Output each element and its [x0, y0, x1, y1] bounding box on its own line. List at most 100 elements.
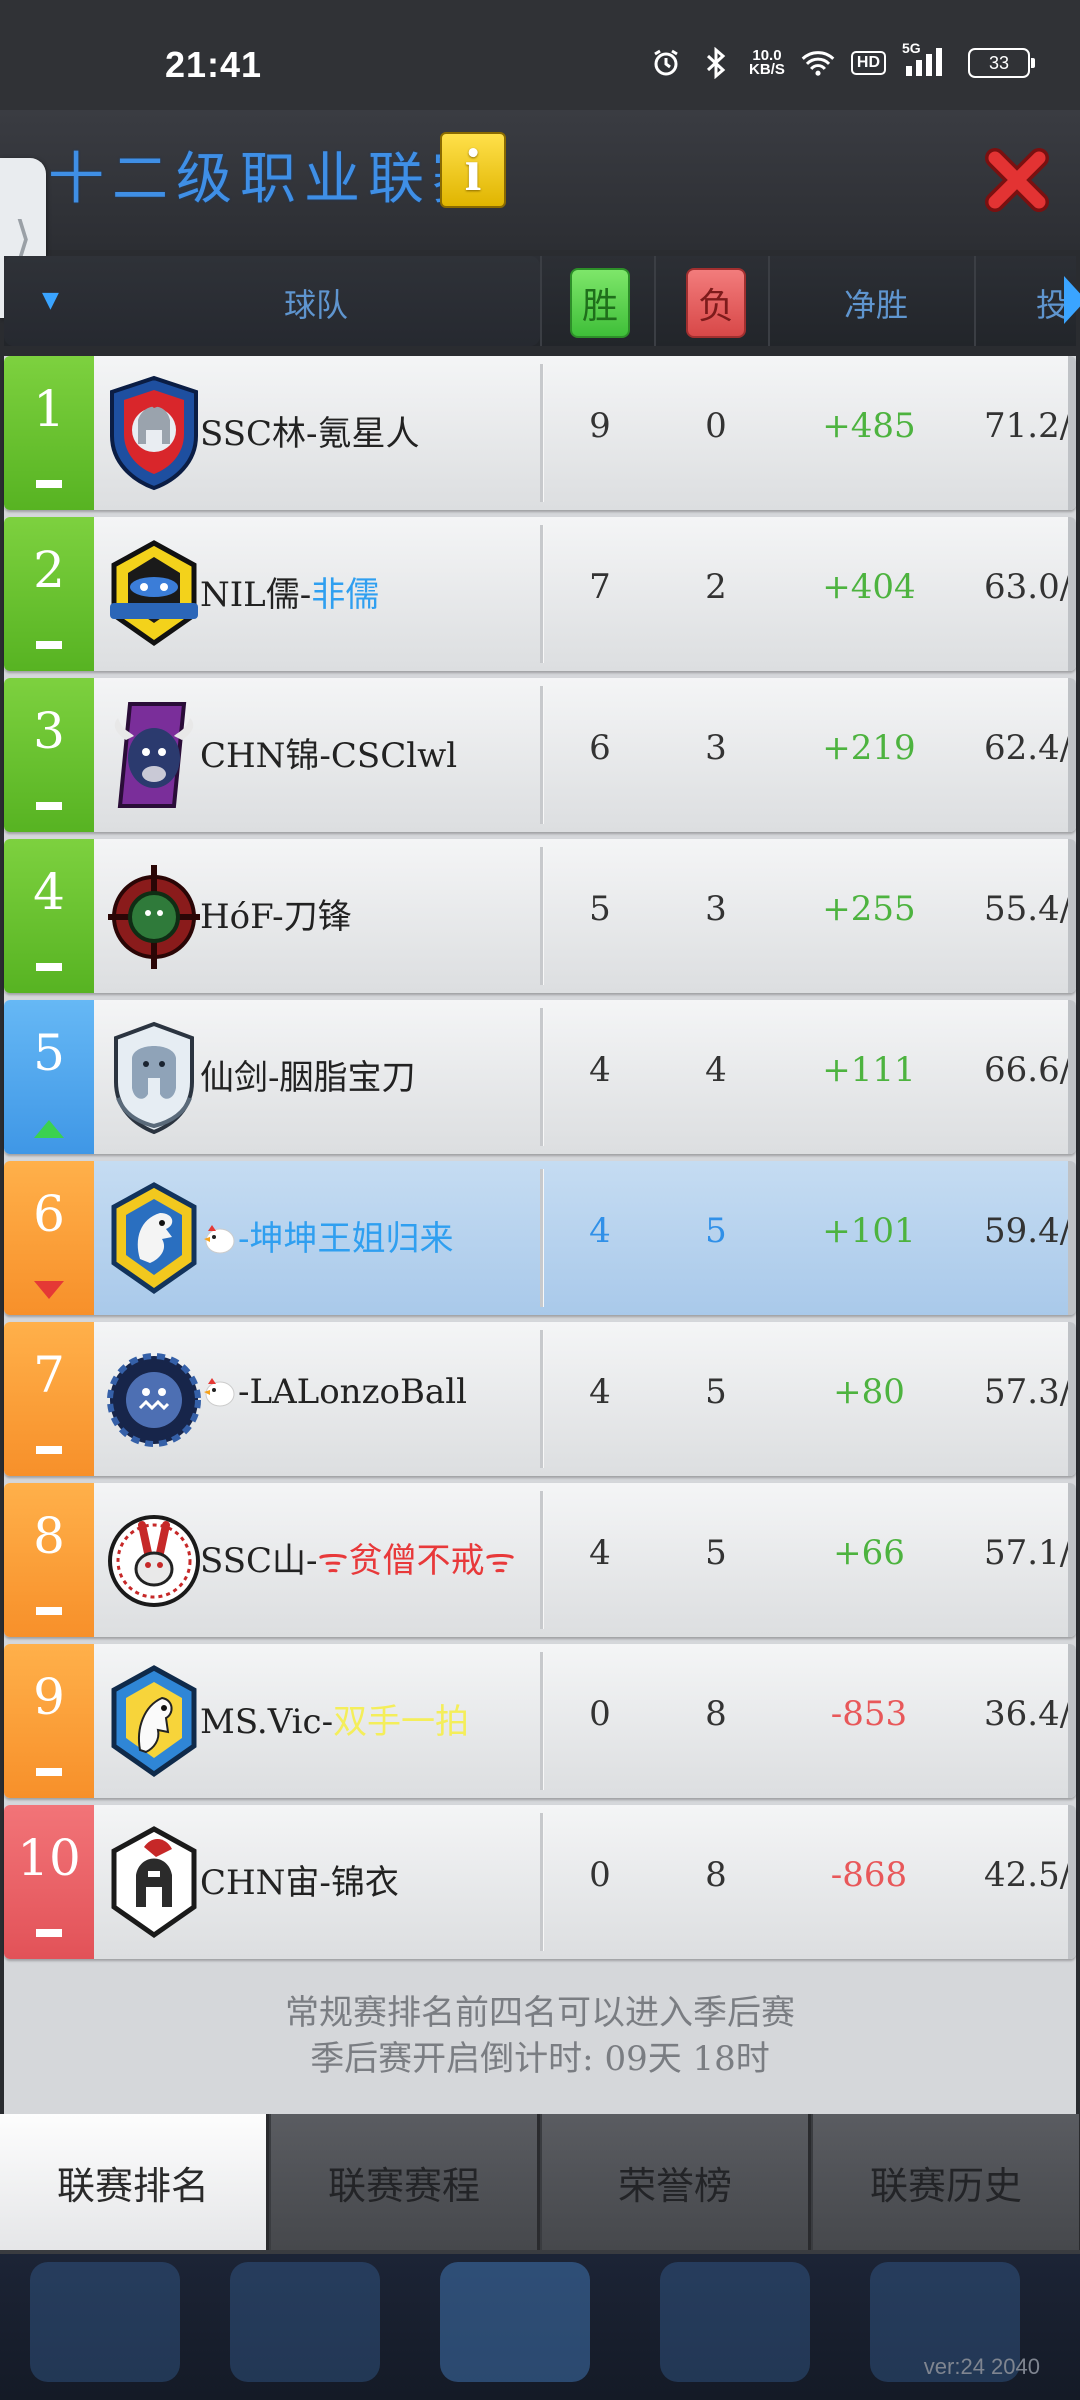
net-wins-header[interactable]: 净胜: [844, 280, 908, 326]
background-menu-icon: [230, 2262, 380, 2382]
team-name: SSC山-ᯤ贫僧不戒ᯤ: [200, 1533, 516, 1582]
hd-icon: HD: [850, 51, 886, 75]
row-edge: [1068, 1805, 1076, 1959]
wins-value: 4: [589, 1211, 611, 1251]
page-title: 十二级职业联赛: [48, 147, 496, 212]
team-name: NIL儒-非儒: [200, 567, 379, 616]
bottom-tab-bar: 联赛排名 联赛赛程 荣誉榜 联赛历史: [0, 2114, 1080, 2254]
percentage-value: 36.4/: [984, 1694, 1072, 1734]
rank-up-icon: [34, 1120, 64, 1138]
rank-badge: 2: [4, 517, 94, 671]
rank-number: 8: [33, 1507, 65, 1565]
row-divider: [540, 364, 543, 502]
table-row[interactable]: 8 SSC山-ᯤ贫僧不戒ᯤ 4 5 +66 57.1/: [4, 1483, 1076, 1637]
net-wins-value: +111: [822, 1050, 916, 1090]
team-header-label: 球队: [284, 286, 349, 324]
team-logo-mask: [110, 540, 198, 647]
sort-down-icon[interactable]: ▼: [42, 288, 59, 313]
background-menu-icon: [30, 2262, 180, 2382]
losses-header[interactable]: 负: [686, 268, 746, 338]
team-name-text: -LALonzoBall: [238, 1372, 467, 1412]
team-logo-gladiator: [111, 1826, 197, 1939]
wins-value: 4: [589, 1533, 611, 1573]
row-divider: [540, 1813, 543, 1951]
wins-value: 6: [589, 728, 611, 768]
row-edge: [1068, 517, 1076, 671]
rank-badge: 9: [4, 1644, 94, 1798]
wins-value: 7: [589, 567, 611, 607]
wins-value: 9: [589, 406, 611, 446]
percentage-value: 66.6/: [984, 1050, 1072, 1090]
losses-value: 5: [705, 1211, 727, 1251]
column-divider: [768, 256, 770, 346]
row-edge: [1068, 839, 1076, 993]
info-button[interactable]: i: [440, 132, 506, 208]
wins-value: 0: [589, 1855, 611, 1895]
net-speed: 10.0 KB/S: [749, 48, 785, 77]
rank-badge: 10: [4, 1805, 94, 1959]
percentage-value: 57.3/: [984, 1372, 1072, 1412]
team-name: CHN锦-CSClwl: [200, 736, 458, 776]
rank-unchanged-icon: [36, 1446, 62, 1454]
row-divider: [540, 686, 543, 824]
team-name-suffix: 双手一拍: [333, 1702, 470, 1742]
percentage-value: 57.1/: [984, 1533, 1072, 1573]
losses-value: 5: [705, 1372, 727, 1412]
table-row[interactable]: 2 NIL儒-非儒 7 2 +404 63.0/: [4, 517, 1076, 671]
row-edge: [1068, 1644, 1076, 1798]
rank-unchanged-icon: [36, 1607, 62, 1615]
title-bar: 十二级职业联赛 i: [0, 110, 1080, 250]
wins-value: 4: [589, 1050, 611, 1090]
rank-number: 2: [33, 541, 65, 599]
scroll-right-icon[interactable]: [1064, 276, 1080, 324]
team-name: MS.Vic-双手一拍: [200, 1694, 469, 1743]
net-wins-value: +101: [822, 1211, 916, 1251]
percentage-value: 71.2/: [984, 406, 1072, 446]
rank-badge: 4: [4, 839, 94, 993]
table-row[interactable]: 4 HóF-刀锋 5 3 +255 55.4/: [4, 839, 1076, 993]
team-name: -LALonzoBall: [200, 1372, 467, 1412]
background-menu-icon: [660, 2262, 810, 2382]
wins-header[interactable]: 胜: [570, 268, 630, 338]
row-divider: [540, 1491, 543, 1629]
team-name-text: -坤坤王姐归来: [238, 1219, 454, 1259]
tab-league-history[interactable]: 联赛历史: [813, 2114, 1080, 2250]
percentage-value: 59.4/: [984, 1211, 1072, 1251]
team-name: 仙剑-胭脂宝刀: [200, 1058, 416, 1098]
table-row-own-team[interactable]: 6 -坤坤王姐归来 4 5 +101 59.4/: [4, 1161, 1076, 1315]
table-row[interactable]: 5 仙剑-胭脂宝刀 4 4 +111 66.6/: [4, 1000, 1076, 1154]
tab-honor-board[interactable]: 荣誉榜: [542, 2114, 811, 2250]
losses-value: 8: [705, 1694, 727, 1734]
row-edge: [1068, 1000, 1076, 1154]
wins-value: 4: [589, 1372, 611, 1412]
status-bar: 21:41 10.0 KB/S HD 5G 33: [0, 0, 1080, 110]
team-name: HóF-刀锋: [200, 897, 352, 937]
rank-number: 1: [33, 380, 65, 438]
table-row[interactable]: 1 SSC林-氪星人 9 0 +485 71.2/: [4, 356, 1076, 510]
losses-value: 5: [705, 1533, 727, 1573]
table-row[interactable]: 10 CHN宙-锦衣 0 8 -868 42.5/: [4, 1805, 1076, 1959]
rank-number: 5: [33, 1024, 65, 1082]
table-row[interactable]: 9 MS.Vic-双手一拍 0 8 -853 36.4/: [4, 1644, 1076, 1798]
rank-number: 10: [17, 1829, 81, 1887]
rank-number: 7: [33, 1346, 65, 1404]
row-edge: [1068, 1161, 1076, 1315]
net-wins-value: -853: [830, 1694, 908, 1734]
team-logo-crosshair: [108, 865, 200, 969]
table-header: ▼ 球队 胜 负 净胜 投: [4, 256, 1080, 346]
close-button[interactable]: [985, 148, 1049, 212]
team-column-header[interactable]: ▼ 球队: [4, 256, 540, 346]
tab-league-schedule[interactable]: 联赛赛程: [271, 2114, 540, 2250]
percentage-value: 55.4/: [984, 889, 1072, 929]
row-divider: [540, 1330, 543, 1468]
team-logo-horse: [111, 1665, 197, 1778]
notice-line-1: 常规赛排名前四名可以进入季后赛: [285, 1993, 795, 2033]
table-row[interactable]: 3 CHN锦-CSClwl 6 3 +219 62.4/: [4, 678, 1076, 832]
net-wins-value: +404: [822, 567, 916, 607]
table-row[interactable]: 7 -LALonzoBall 4 5 +80 57.3/: [4, 1322, 1076, 1476]
net-wins-value: +485: [822, 406, 916, 446]
tab-league-ranking[interactable]: 联赛排名: [0, 2114, 269, 2250]
rank-unchanged-icon: [36, 1929, 62, 1937]
column-divider: [540, 256, 542, 346]
clock: 21:41: [165, 44, 263, 85]
